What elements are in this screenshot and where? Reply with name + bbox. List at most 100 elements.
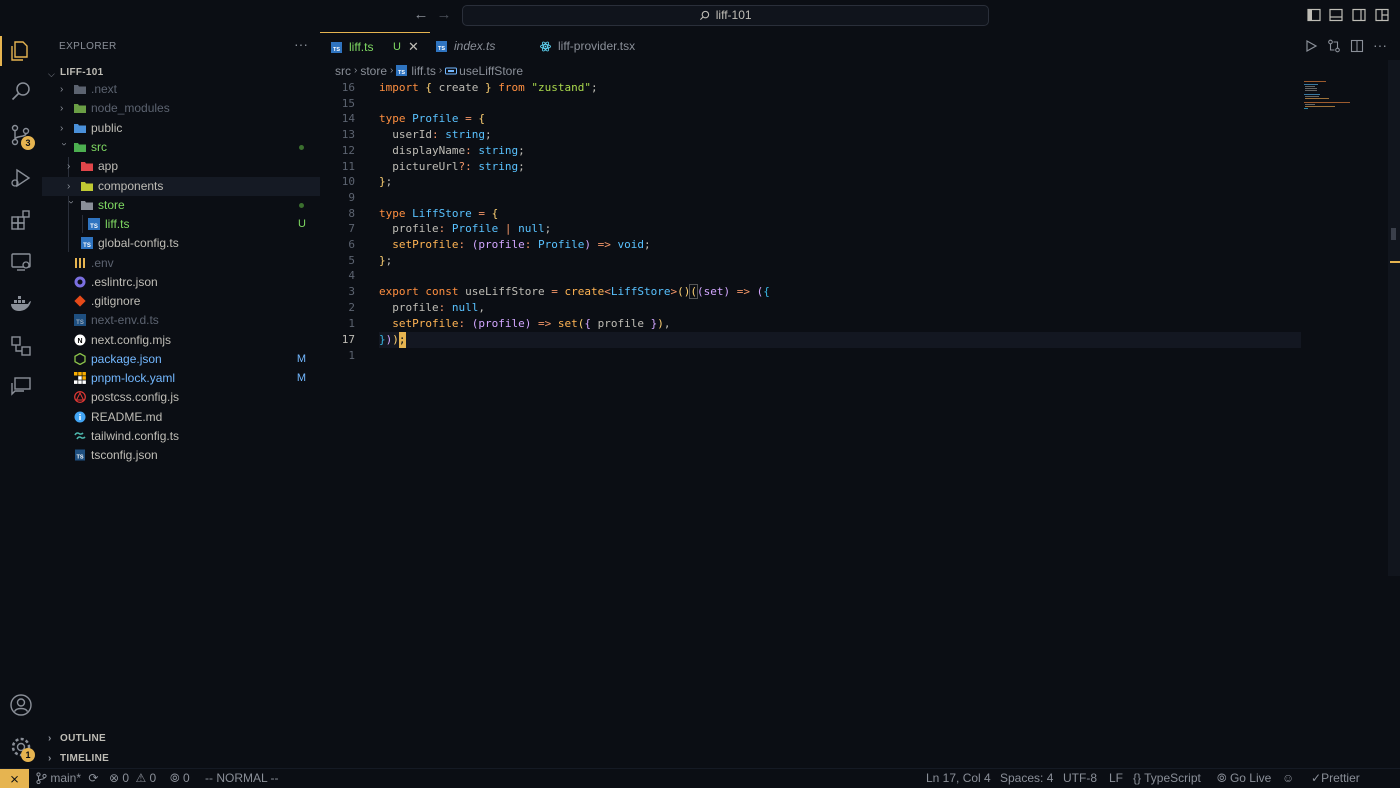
- breadcrumb-file[interactable]: liff.ts: [411, 64, 435, 78]
- typescript-file-icon: TS: [436, 41, 447, 52]
- tree-file-next-env[interactable]: TS next-env.d.ts: [42, 311, 320, 330]
- docker-icon[interactable]: [9, 292, 33, 316]
- more-actions-icon[interactable]: ···: [1373, 37, 1387, 53]
- tree-folder-public[interactable]: › public: [42, 119, 320, 138]
- line-number: 10: [341, 175, 355, 189]
- chat-icon[interactable]: [9, 375, 33, 399]
- tree-label: app: [98, 159, 119, 173]
- tab-liff-ts[interactable]: TS liff.ts U ✕: [320, 32, 430, 60]
- line-number: 12: [341, 143, 355, 157]
- ports-indicator[interactable]: ⦾ 0: [170, 769, 190, 788]
- tree-folder-app[interactable]: › app: [42, 157, 320, 176]
- tab-index-ts[interactable]: TS index.ts: [430, 32, 530, 60]
- code-line: 14 type Profile = {: [320, 111, 1388, 127]
- encoding[interactable]: UTF-8: [1063, 769, 1097, 788]
- command-center-search[interactable]: liff-101: [462, 5, 989, 26]
- tree-file-liff-ts[interactable]: TS liff.ts U: [42, 215, 320, 234]
- tree-file-postcss[interactable]: postcss.config.js: [42, 388, 320, 407]
- branch-indicator[interactable]: main* ⟳: [36, 769, 98, 788]
- code-editor[interactable]: 16 import { create } from "zustand"; 15 1…: [320, 80, 1388, 768]
- source-control-badge: 3: [21, 136, 35, 150]
- code-line: 16 import { create } from "zustand";: [320, 80, 1388, 96]
- tree-folder-node-modules[interactable]: › node_modules: [42, 99, 320, 118]
- explorer-more-actions[interactable]: ···: [294, 36, 308, 52]
- folder-src-open-icon: [74, 143, 86, 152]
- code-line: 2 profile: null,: [320, 300, 1388, 316]
- breadcrumb-src[interactable]: src: [335, 64, 351, 78]
- editor-scrollbar[interactable]: [1388, 60, 1400, 576]
- run-icon[interactable]: [1304, 39, 1318, 53]
- tree-folder-store[interactable]: › store: [42, 196, 320, 215]
- prettier-button[interactable]: ✓Prettier: [1311, 769, 1360, 788]
- testing-icon[interactable]: [9, 334, 33, 358]
- warning-count: 0: [149, 771, 157, 785]
- go-live-button[interactable]: ⦾ Go Live: [1217, 769, 1271, 788]
- forward-arrow-icon[interactable]: →: [436, 7, 452, 23]
- toggle-secondary-sidebar-icon[interactable]: [1352, 8, 1366, 22]
- tree-file-env[interactable]: .env: [42, 254, 320, 273]
- remote-indicator-icon[interactable]: ⨯: [0, 769, 29, 788]
- tree-file-tsconfig[interactable]: TS tsconfig.json: [42, 446, 320, 465]
- breadcrumb-symbol[interactable]: useLiffStore: [459, 64, 523, 78]
- toggle-primary-sidebar-icon[interactable]: [1307, 8, 1321, 22]
- tree-file-package-json[interactable]: package.json M: [42, 350, 320, 369]
- tab-label: liff-provider.tsx: [558, 39, 636, 53]
- breadcrumb: src › store › TS liff.ts › useLiffStore: [335, 63, 523, 79]
- breadcrumb-store[interactable]: store: [360, 64, 387, 78]
- line-number: 13: [341, 128, 355, 142]
- tree-file-pnpm-lock[interactable]: pnpm-lock.yaml M: [42, 369, 320, 388]
- cursor-position[interactable]: Ln 17, Col 4: [926, 769, 991, 788]
- customize-layout-icon[interactable]: [1375, 8, 1389, 22]
- command-center-text: liff-101: [715, 8, 752, 22]
- svg-text:TS: TS: [438, 46, 445, 52]
- indentation[interactable]: Spaces: 4: [1000, 769, 1053, 788]
- code-line: 1 setProfile: (profile) => set({ profile…: [320, 316, 1388, 332]
- back-arrow-icon[interactable]: ←: [413, 7, 429, 23]
- tree-label: public: [91, 121, 123, 135]
- compare-changes-icon[interactable]: [1327, 39, 1341, 53]
- line-number: 16: [341, 81, 355, 94]
- svg-text:N: N: [77, 338, 82, 345]
- tree-label: .env: [91, 256, 114, 270]
- tree-file-global-config[interactable]: TS global-config.ts: [42, 234, 320, 253]
- outline-panel-header[interactable]: › OUTLINE: [42, 730, 320, 748]
- chevron-right-icon: ›: [354, 65, 358, 77]
- line-ending[interactable]: LF: [1109, 769, 1123, 788]
- eslint-file-icon: [74, 276, 86, 288]
- typescript-def-file-icon: TS: [74, 314, 86, 326]
- go-live-label: Go Live: [1229, 771, 1272, 785]
- problems-indicator[interactable]: ⊗ 0 ⚠ 0: [109, 769, 156, 788]
- copilot-icon[interactable]: ☺: [1282, 769, 1294, 788]
- tree-file-readme[interactable]: README.md: [42, 408, 320, 427]
- run-debug-icon[interactable]: [9, 166, 33, 190]
- tree-file-gitignore[interactable]: .gitignore: [42, 292, 320, 311]
- svg-text:TS: TS: [333, 47, 340, 53]
- code-line: 9: [320, 190, 1388, 206]
- text-cursor: ;: [398, 332, 406, 348]
- env-file-icon: [75, 258, 85, 268]
- split-editor-icon[interactable]: [1350, 39, 1364, 53]
- line-number: 1: [348, 316, 355, 330]
- tree-folder-components[interactable]: › components: [42, 177, 320, 196]
- timeline-panel-header[interactable]: › TIMELINE: [42, 750, 320, 768]
- tab-git-badge: U: [393, 41, 401, 53]
- tree-file-eslintrc[interactable]: .eslintrc.json: [42, 273, 320, 292]
- language-mode[interactable]: {} TypeScript: [1133, 769, 1201, 788]
- toggle-panel-icon[interactable]: [1329, 8, 1343, 22]
- code-line: 4: [320, 268, 1388, 284]
- tab-liff-provider[interactable]: liff-provider.tsx: [530, 32, 660, 60]
- modified-dot: [299, 145, 304, 150]
- tree-folder-next[interactable]: › .next: [42, 80, 320, 99]
- extensions-icon[interactable]: [9, 208, 33, 232]
- minimap[interactable]: [1302, 80, 1386, 120]
- search-icon[interactable]: [9, 80, 33, 104]
- tree-file-tailwind[interactable]: tailwind.config.ts: [42, 427, 320, 446]
- tree-file-next-config[interactable]: N next.config.mjs: [42, 331, 320, 350]
- chevron-right-icon: ›: [390, 65, 394, 77]
- accounts-icon[interactable]: [9, 693, 33, 717]
- tree-folder-src[interactable]: › src: [42, 138, 320, 157]
- close-icon[interactable]: ✕: [408, 33, 419, 61]
- scrollbar-thumb[interactable]: [1391, 228, 1396, 240]
- remote-explorer-icon[interactable]: [9, 250, 33, 274]
- explorer-icon[interactable]: [9, 39, 33, 63]
